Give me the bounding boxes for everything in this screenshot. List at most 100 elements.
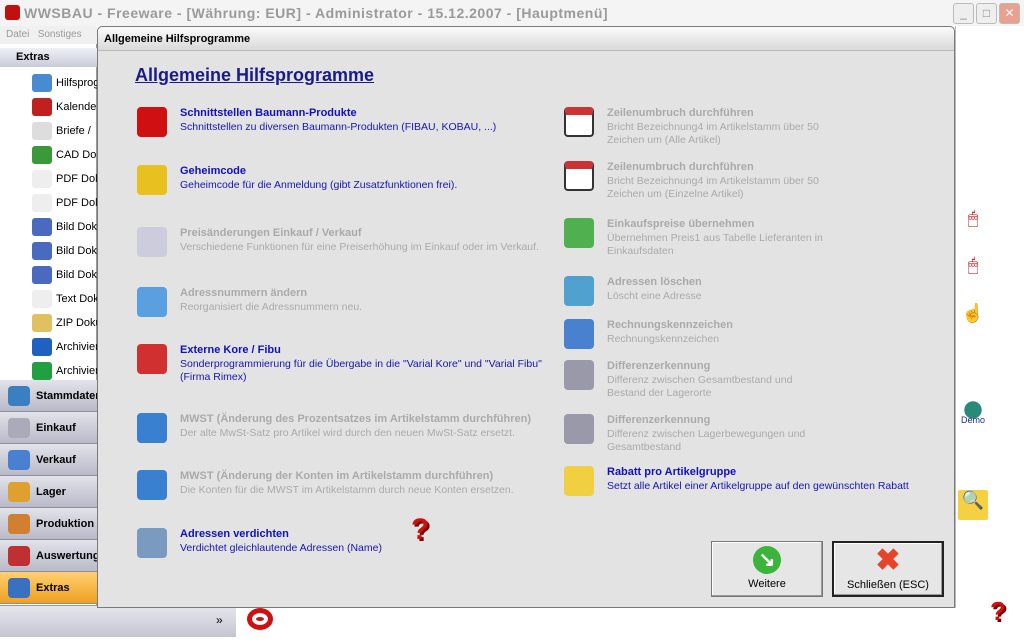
binoculars-icon xyxy=(564,360,594,390)
nav-icon xyxy=(8,513,30,534)
tree-item[interactable]: Bild Dokumente xyxy=(32,264,97,286)
tree-item[interactable]: PDF Dokumente xyxy=(32,168,97,190)
tree-item-label: Bild Dokumente xyxy=(56,221,97,233)
tool-title: Externe Kore / Fibu xyxy=(180,344,281,356)
weitere-button[interactable]: ↘ Weitere xyxy=(711,541,823,597)
tree-item[interactable]: Archivieren xyxy=(32,360,97,382)
document-icon xyxy=(137,227,167,257)
tool-desc: Geheimcode für die Anmeldung (gibt Zusat… xyxy=(180,179,458,191)
checklist-icon xyxy=(564,319,594,349)
tool-desc: Rechnungskennzeichen xyxy=(607,333,720,345)
padlock-icon xyxy=(137,165,167,195)
schliessen-label: Schließen (ESC) xyxy=(847,579,929,591)
menu-datei[interactable]: Datei xyxy=(6,29,29,40)
menu-bar: Datei Sonstiges xyxy=(0,26,97,44)
download-icon xyxy=(564,218,594,248)
tree-item-icon xyxy=(32,218,52,236)
nav-icon xyxy=(8,481,30,502)
cycle-icon xyxy=(137,344,167,374)
tree-item[interactable]: Bild Dokumente xyxy=(32,216,97,238)
help-icon[interactable]: ? xyxy=(411,513,429,547)
dialog-title: Allgemeine Hilfsprogramme xyxy=(98,27,954,51)
tool-desc: Löscht eine Adresse xyxy=(607,290,702,302)
tree-item[interactable]: Kalender xyxy=(32,96,97,118)
mouse-left-icon[interactable]: 🖱 xyxy=(958,208,988,238)
tree-item-icon xyxy=(32,194,52,212)
tool-desc: Differenz zwischen Lagerbewegungen und G… xyxy=(607,428,806,453)
tool-title: Schnittstellen Baumann-Produkte xyxy=(180,107,357,119)
tool-title: Preisänderungen Einkauf / Verkauf xyxy=(180,227,362,239)
tree-item-label: PDF Dokumente xyxy=(56,197,97,209)
hand-pointer-icon[interactable]: ☝ xyxy=(958,303,988,333)
tree-item[interactable]: CAD Dokumente xyxy=(32,144,97,166)
minimize-button[interactable]: _ xyxy=(953,3,974,24)
tree-item-icon xyxy=(32,314,52,332)
nav-lager[interactable]: Lager xyxy=(0,476,97,508)
menu-sonstiges[interactable]: Sonstiges xyxy=(38,29,82,40)
nav-label: Einkauf xyxy=(36,421,76,434)
zeilen-icon xyxy=(564,107,594,137)
maximize-button[interactable]: □ xyxy=(976,3,997,24)
tool-title: Adressen verdichten xyxy=(180,528,289,540)
tree-item[interactable]: Bild Dokumente xyxy=(32,240,97,262)
tree-item-label: Archivieren xyxy=(56,365,97,377)
tree-item-label: Hilfsprogramme xyxy=(56,77,97,89)
tool-title: Zeilenumbruch durchführen xyxy=(607,107,754,119)
panel-header: Extras xyxy=(0,48,97,67)
nav-einkauf[interactable]: Einkauf xyxy=(0,412,97,444)
search-note-icon[interactable]: 🔍 xyxy=(958,490,988,520)
nav-extras[interactable]: Extras xyxy=(0,572,97,604)
nav-label: Auswertung xyxy=(36,549,97,562)
schliessen-button[interactable]: ✖ Schließen (ESC) xyxy=(832,541,944,597)
window-title: WWSBAU - Freeware - [Währung: EUR] - Adm… xyxy=(0,0,1024,26)
app-icon xyxy=(5,5,20,20)
tool-title: Rabatt pro Artikelgruppe xyxy=(607,466,737,478)
tree-item-label: Kalender xyxy=(56,101,97,113)
tree-item[interactable]: Hilfsprogramme xyxy=(32,72,97,94)
nav-label: Extras xyxy=(36,581,70,594)
nav-produktion[interactable]: Produktion xyxy=(0,508,97,540)
binoculars-icon xyxy=(564,414,594,444)
tool-title: Adressnummern ändern xyxy=(180,287,308,299)
close-window-button[interactable]: ✕ xyxy=(999,3,1020,24)
tree-item-icon xyxy=(32,290,52,308)
tree-item-label: Text Dokumente xyxy=(56,293,97,305)
tree-item[interactable]: PDF Dokumente xyxy=(32,192,97,214)
star-add-icon xyxy=(564,466,594,496)
nav-icon xyxy=(8,449,30,470)
tree-item[interactable]: Text Dokumente xyxy=(32,288,97,310)
tool-desc: Die Konten für die MWST im Artikelstamm … xyxy=(180,484,514,496)
tree-item-icon xyxy=(32,242,52,260)
nav-verkauf[interactable]: Verkauf xyxy=(0,444,97,476)
tool-desc: Differenz zwischen Gesamtbestand und Bes… xyxy=(607,374,793,399)
zeilen-icon xyxy=(564,161,594,191)
tree-item-label: CAD Dokumente xyxy=(56,149,97,161)
tree-item-label: Bild Dokumente xyxy=(56,269,97,281)
tool-desc: Schnittstellen zu diversen Baumann-Produ… xyxy=(180,121,497,133)
up-down-arrow-icon xyxy=(137,470,167,500)
tree-item[interactable]: Briefe / xyxy=(32,120,97,142)
tool-desc: Reorganisiert die Adressnummern neu. xyxy=(180,301,363,313)
arrow-right-down-icon: ↘ xyxy=(753,546,781,574)
baumann-icon[interactable] xyxy=(247,608,273,630)
tool-title: Adressen löschen xyxy=(607,276,702,288)
help-icon[interactable]: ? xyxy=(990,596,1006,627)
tool-desc: Sonderprogrammierung für die Übergabe in… xyxy=(180,358,542,383)
tool-desc: Bricht Bezeichnung4 im Artikelstamm über… xyxy=(607,121,819,146)
chevron-icon[interactable]: » xyxy=(216,613,223,627)
weitere-label: Weitere xyxy=(748,578,786,590)
demo-film-icon[interactable]: Demo xyxy=(958,395,988,425)
tool-desc: Der alte MwSt-Satz pro Artikel wird durc… xyxy=(180,427,515,439)
nav-stammdaten[interactable]: Stammdaten xyxy=(0,380,97,412)
tool-desc: Bricht Bezeichnung4 im Artikelstamm über… xyxy=(607,175,819,200)
mouse-right-icon[interactable]: 🖱 xyxy=(958,255,988,285)
tree-item[interactable]: Archivieren xyxy=(32,336,97,358)
refresh-icon xyxy=(137,287,167,317)
nav-auswertung[interactable]: Auswertung xyxy=(0,540,97,572)
nav-label: Produktion xyxy=(36,517,95,530)
tree-item-label: PDF Dokumente xyxy=(56,173,97,185)
tool-desc: Verschiedene Funktionen für eine Preiser… xyxy=(180,241,539,253)
bottom-toolbar: » xyxy=(0,605,236,637)
tree-item-label: Archivieren xyxy=(56,341,97,353)
tree-item[interactable]: ZIP Dokumente xyxy=(32,312,97,334)
